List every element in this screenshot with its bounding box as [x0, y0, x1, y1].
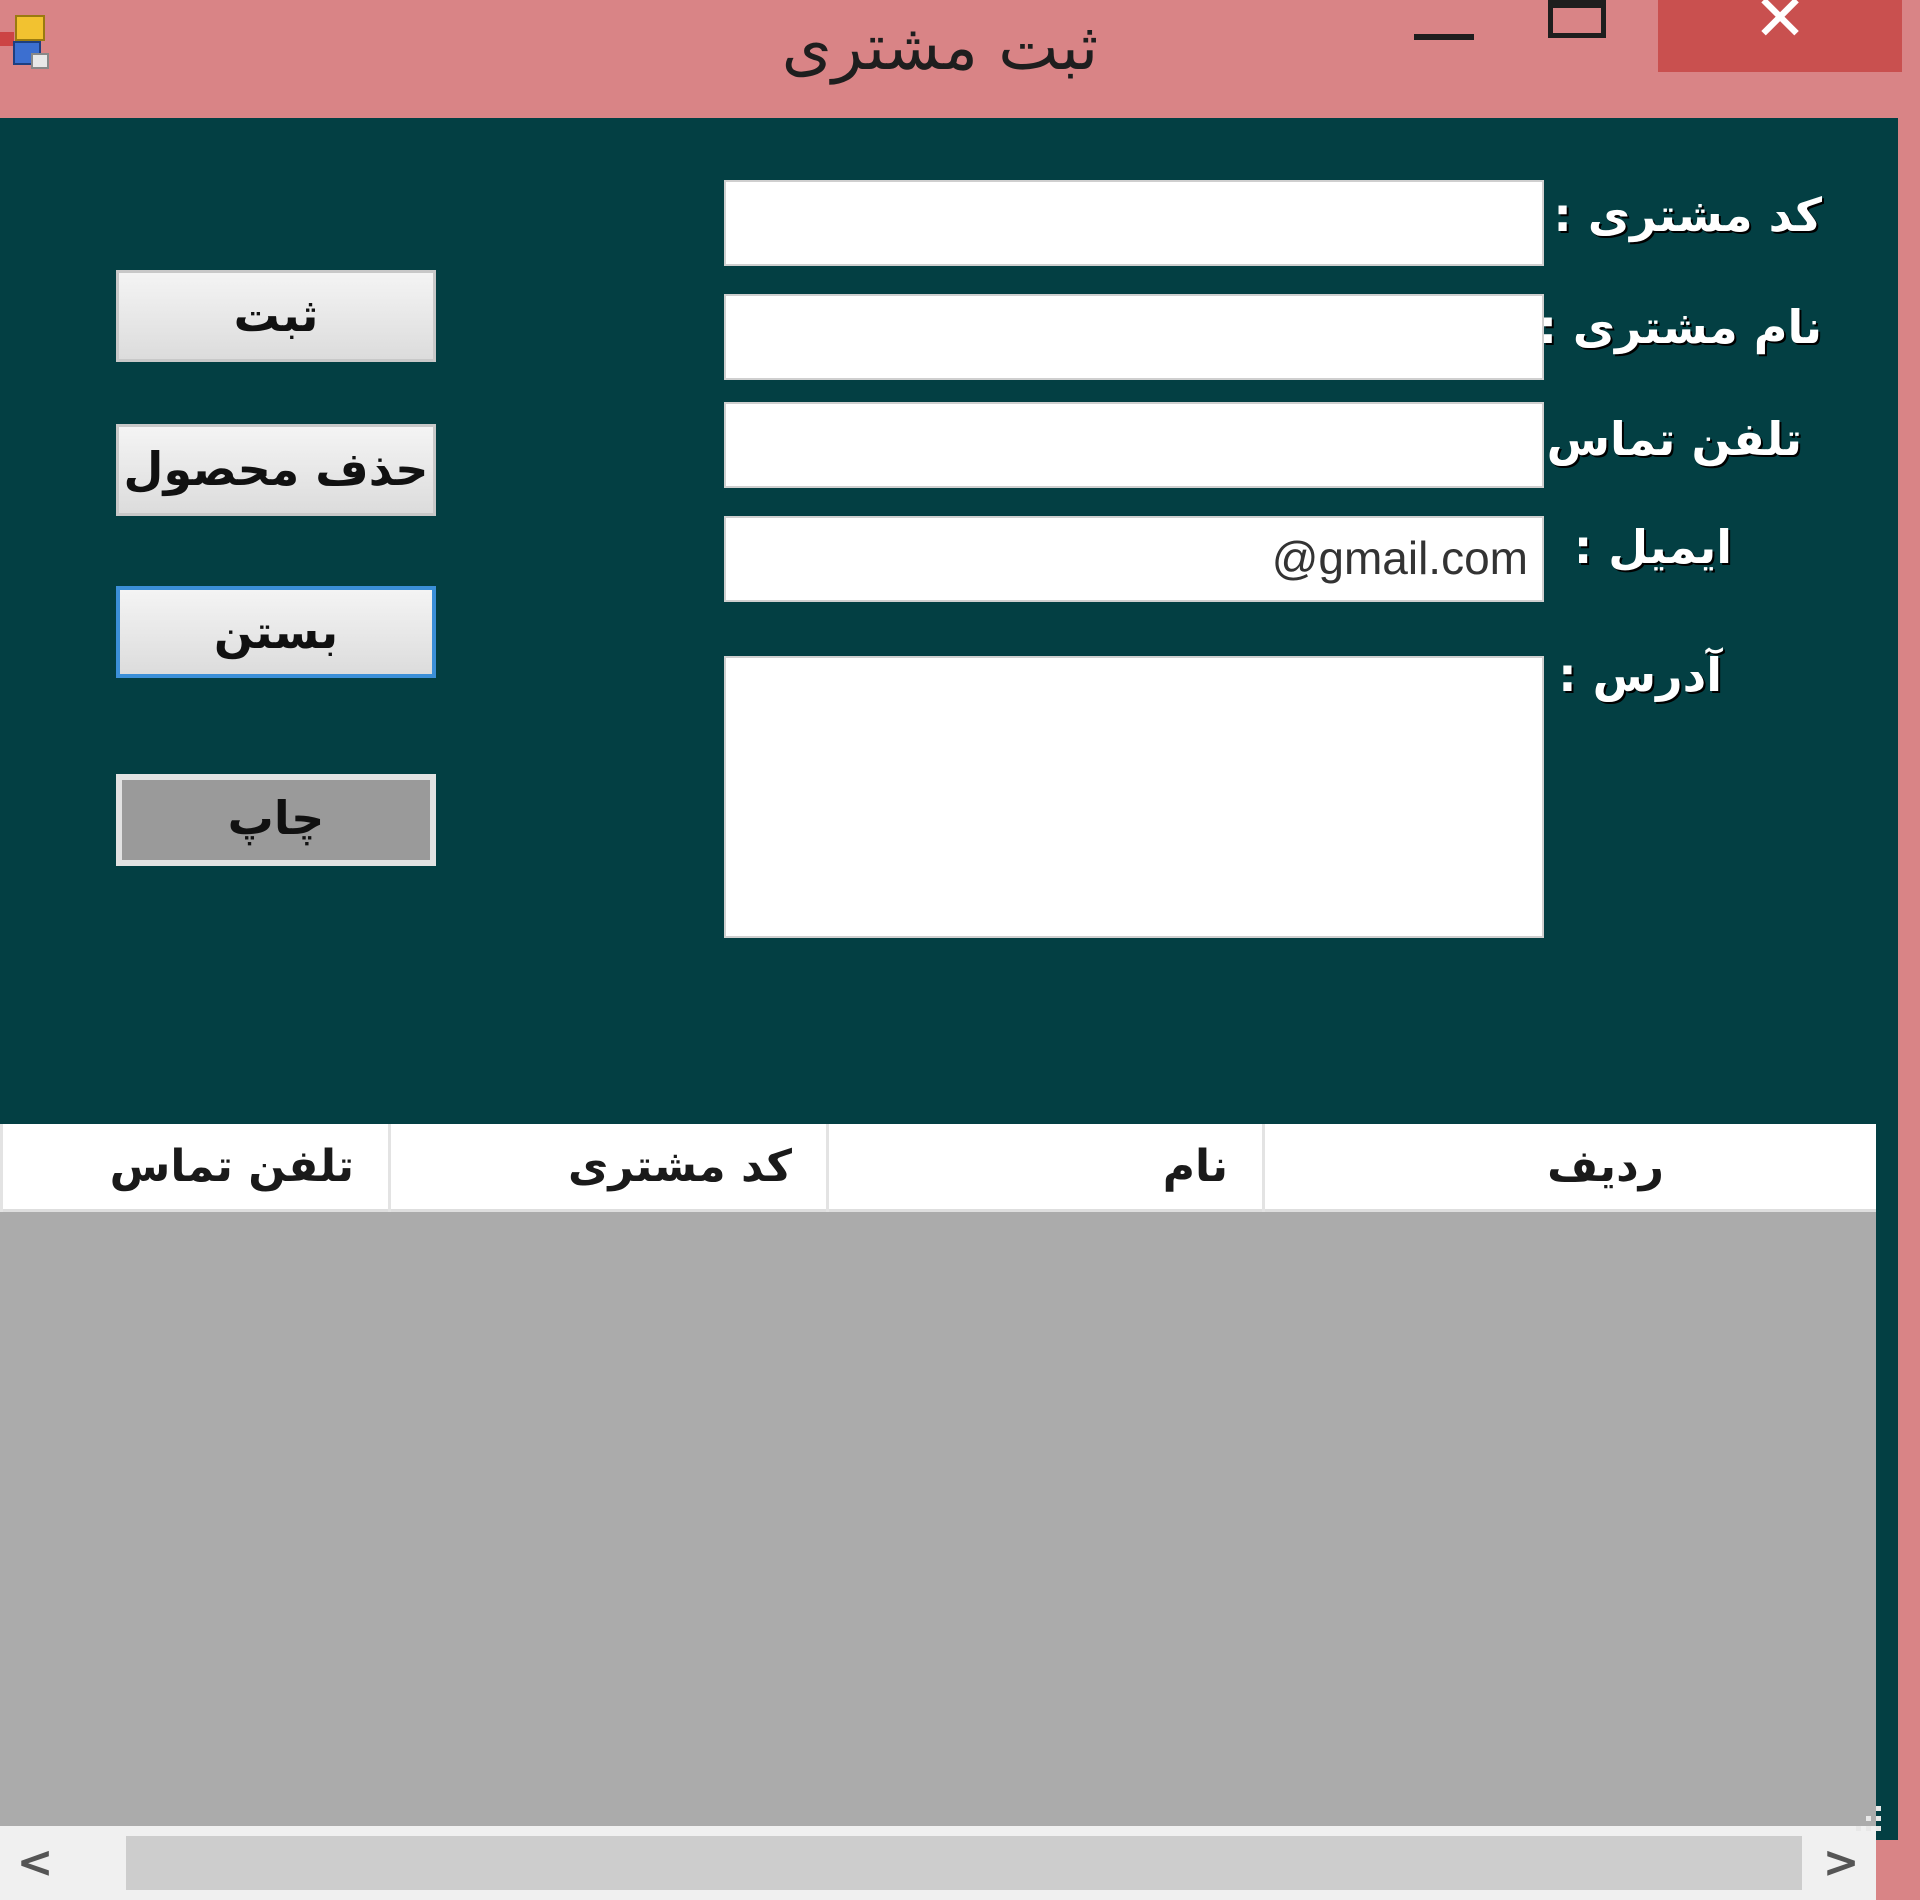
- label-address: آدرس :: [1558, 648, 1722, 702]
- minimize-icon: [1414, 34, 1474, 40]
- close-form-button[interactable]: بستن: [116, 586, 436, 678]
- column-header-name[interactable]: نام: [826, 1124, 1262, 1212]
- maximize-button[interactable]: [1530, 0, 1630, 72]
- label-phone: تلفن تماس :: [1512, 412, 1802, 466]
- scrollbar-thumb[interactable]: [126, 1836, 1802, 1890]
- scroll-left-icon[interactable]: <: [0, 1826, 70, 1900]
- phone-field[interactable]: [724, 402, 1544, 488]
- close-icon: ✕: [1753, 0, 1807, 56]
- maximize-icon: [1548, 0, 1606, 38]
- resize-grip-icon[interactable]: [1846, 1800, 1886, 1840]
- app-icon[interactable]: [0, 14, 50, 70]
- close-window-button[interactable]: ✕: [1658, 0, 1902, 72]
- delete-button[interactable]: حذف محصول: [116, 424, 436, 516]
- email-field[interactable]: @gmail.com: [724, 516, 1544, 602]
- label-email: ایمیل :: [1573, 520, 1732, 574]
- register-button[interactable]: ثبت: [116, 270, 436, 362]
- customer-code-field[interactable]: [724, 180, 1544, 266]
- column-header-customer-code[interactable]: کد مشتری: [388, 1124, 826, 1212]
- window-title: ثبت مشتری: [781, 11, 1099, 85]
- label-customer-code: کد مشتری :: [1553, 188, 1822, 242]
- form-client-area: کد مشتری : نام مشتری : تلفن تماس : ایمیل…: [0, 118, 1898, 1900]
- title-bar[interactable]: ثبت مشتری ✕: [0, 0, 1920, 115]
- grid-header: ردیف نام کد مشتری تلفن تماس: [0, 1124, 1876, 1212]
- print-button[interactable]: چاپ: [116, 774, 436, 866]
- minimize-button[interactable]: [1400, 0, 1500, 72]
- customer-registration-window: ثبت مشتری ✕ کد مشتری : نام مشتری : تلفن …: [0, 0, 1920, 1900]
- customers-grid[interactable]: ردیف نام کد مشتری تلفن تماس < >: [0, 1124, 1876, 1900]
- label-customer-name: نام مشتری :: [1538, 300, 1822, 354]
- address-field[interactable]: [724, 656, 1544, 938]
- customer-name-field[interactable]: [724, 294, 1544, 380]
- column-header-phone[interactable]: تلفن تماس: [0, 1124, 388, 1212]
- horizontal-scrollbar[interactable]: < >: [0, 1826, 1876, 1900]
- column-header-row[interactable]: ردیف: [1262, 1124, 1698, 1212]
